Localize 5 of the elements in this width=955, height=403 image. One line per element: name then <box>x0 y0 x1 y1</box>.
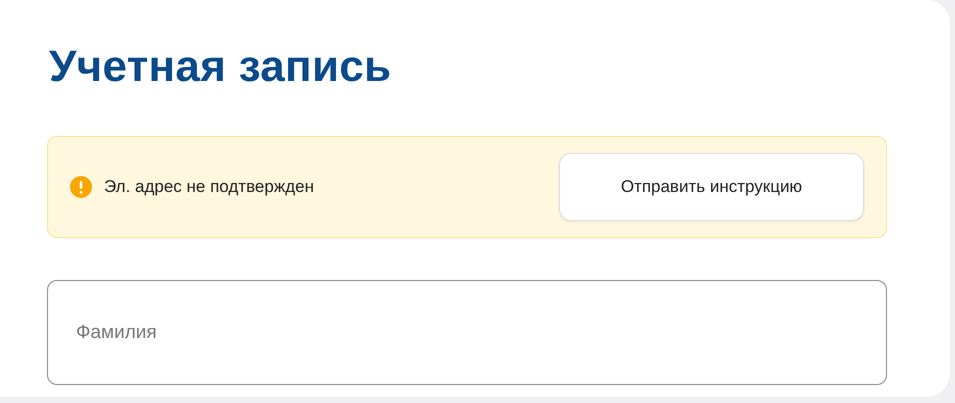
warning-icon <box>70 176 92 198</box>
page-title: Учетная запись <box>49 41 392 93</box>
warning-message: Эл. адрес не подтвержден <box>104 177 315 197</box>
surname-field[interactable]: Фамилия <box>47 280 887 385</box>
send-instructions-button[interactable]: Отправить инструкцию <box>559 153 864 221</box>
